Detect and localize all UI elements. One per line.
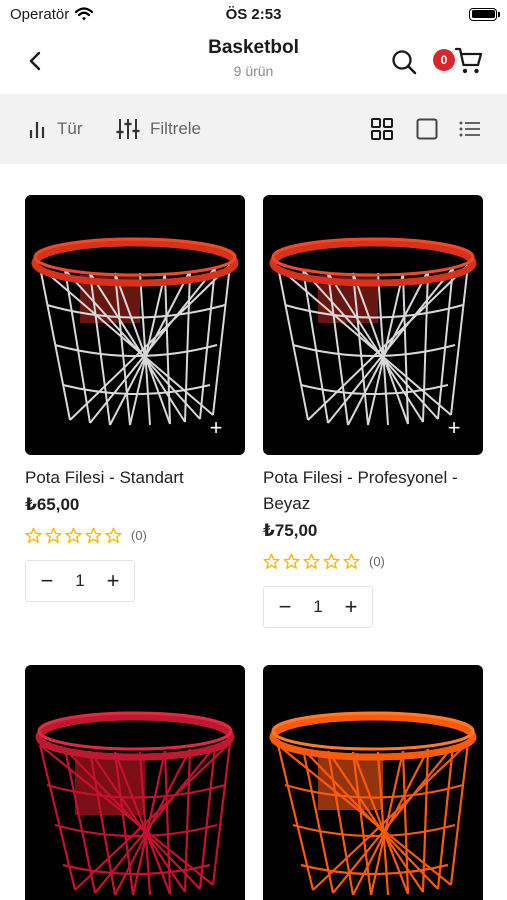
star-outline-icon xyxy=(45,527,62,543)
filter-button[interactable]: Filtrele xyxy=(116,94,201,164)
increase-quantity-button[interactable]: + xyxy=(104,568,122,594)
product-count: 9 ürün xyxy=(233,63,274,79)
list-icon xyxy=(459,121,480,137)
status-left: Operatör xyxy=(10,5,94,23)
page-title: Basketbol xyxy=(208,37,299,58)
star-outline-icon xyxy=(105,527,122,543)
rating: (0) xyxy=(263,552,483,570)
star-outline-icon xyxy=(85,527,102,543)
filter-label: Filtrele xyxy=(150,119,202,138)
product-image[interactable]: + xyxy=(263,195,483,455)
rating: (0) xyxy=(25,526,245,544)
star-outline-icon xyxy=(323,553,340,569)
list-view-button[interactable] xyxy=(458,117,482,141)
cart-button[interactable]: 0 xyxy=(432,42,486,78)
basketball-hoop-image xyxy=(35,711,235,896)
product-price: ₺75,00 xyxy=(263,521,318,540)
header: Basketbol 9 ürün 0 xyxy=(0,28,507,94)
decrease-quantity-button[interactable]: − xyxy=(38,568,56,594)
grid-icon xyxy=(371,118,393,140)
star-outline-icon xyxy=(303,553,320,569)
cart-icon xyxy=(454,47,483,74)
quantity-stepper: − 1 + xyxy=(25,560,135,602)
search-button[interactable] xyxy=(388,46,420,78)
grid-view-button[interactable] xyxy=(370,117,394,141)
product-card[interactable]: + Pota Filesi - Standart ₺65,00 (0) − 1 … xyxy=(25,195,245,602)
product-card[interactable]: + xyxy=(263,665,483,900)
product-image[interactable]: + xyxy=(263,665,483,900)
square-icon xyxy=(416,118,438,140)
product-price: ₺65,00 xyxy=(25,495,80,514)
wifi-icon xyxy=(75,7,94,21)
product-name[interactable]: Pota Filesi - Profesyonel - Beyaz xyxy=(263,465,483,517)
product-image[interactable]: + xyxy=(25,665,245,900)
basketball-hoop-image xyxy=(269,711,477,896)
rating-count: (0) xyxy=(131,527,147,543)
product-card[interactable]: + Pota Filesi - Profesyonel - Beyaz ₺75,… xyxy=(263,195,483,628)
status-bar: Operatör ÖS 2:53 xyxy=(0,0,507,28)
cart-count-badge: 0 xyxy=(433,49,455,71)
search-icon xyxy=(392,50,417,75)
title-block: Basketbol 9 ürün xyxy=(0,37,507,79)
product-card[interactable]: + xyxy=(25,665,245,900)
battery-icon xyxy=(469,7,500,21)
star-outline-icon xyxy=(65,527,82,543)
sort-bars-icon xyxy=(29,122,45,138)
carrier-label: Operatör xyxy=(10,5,70,23)
star-outline-icon xyxy=(25,527,42,543)
toolbar: Tür Filtrele xyxy=(0,94,507,164)
product-image[interactable]: + xyxy=(25,195,245,455)
sort-label: Tür xyxy=(57,119,83,138)
star-outline-icon xyxy=(263,553,280,569)
sliders-icon xyxy=(116,119,140,139)
quantity-value: 1 xyxy=(313,597,323,616)
increase-quantity-button[interactable]: + xyxy=(342,594,360,620)
add-to-cart-button[interactable]: + xyxy=(443,417,465,439)
decrease-quantity-button[interactable]: − xyxy=(276,594,294,620)
sort-button[interactable]: Tür xyxy=(27,94,83,164)
star-outline-icon xyxy=(343,553,360,569)
single-view-button[interactable] xyxy=(415,117,439,141)
quantity-stepper: − 1 + xyxy=(263,586,373,628)
product-name[interactable]: Pota Filesi - Standart xyxy=(25,465,245,491)
quantity-value: 1 xyxy=(75,571,85,590)
star-outline-icon xyxy=(283,553,300,569)
rating-count: (0) xyxy=(369,553,385,569)
add-to-cart-button[interactable]: + xyxy=(205,417,227,439)
